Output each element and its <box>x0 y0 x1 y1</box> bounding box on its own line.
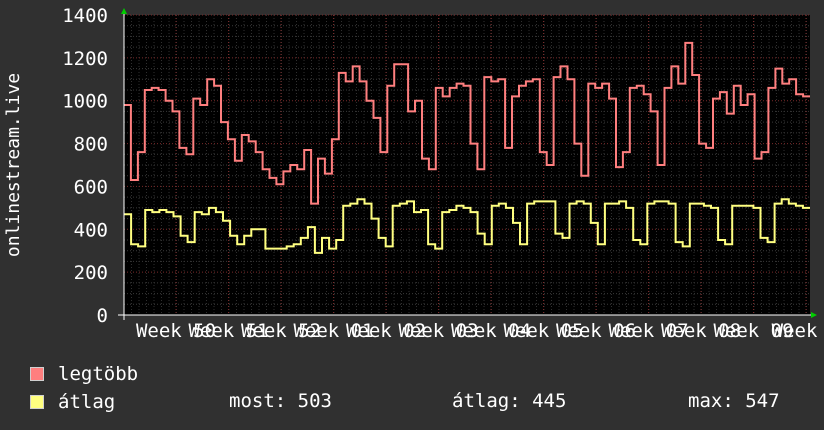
legend-label-max: legtöbb <box>58 363 139 385</box>
legend-swatch-max <box>30 367 44 381</box>
legend-swatch-avg <box>30 395 44 409</box>
y-axis-label: onlinestream.live <box>3 73 24 257</box>
y-tick-label: 1200 <box>62 48 108 70</box>
y-tick-label: 1400 <box>62 5 108 27</box>
legend-item-max: legtöbb <box>30 362 138 386</box>
x-axis-arrow <box>811 312 817 318</box>
stat-average: átlag: 445 <box>452 390 567 412</box>
y-tick-label: 400 <box>74 219 108 241</box>
y-tick-label: 200 <box>74 262 108 284</box>
y-axis-ticks: 0 200 400 600 800 1000 1200 1400 <box>62 5 108 327</box>
y-tick-label: 600 <box>74 176 108 198</box>
y-tick-label: 800 <box>74 134 108 156</box>
line-chart: 0 200 400 600 800 1000 1200 1400 Week 50Week 51… <box>3 5 824 342</box>
legend-item-avg: átlag <box>30 390 115 414</box>
x-axis-ticks: Week 50Week 51Week 52Week 01Week 02Week … <box>136 320 824 342</box>
legend-label-avg: átlag <box>58 391 116 413</box>
stat-current: most: 503 <box>229 390 332 412</box>
y-tick-label: 1000 <box>62 91 108 113</box>
y-axis-arrow <box>121 8 127 14</box>
stat-max: max: 547 <box>688 390 780 412</box>
x-tick-label: Week 1 <box>772 320 824 342</box>
y-tick-label: 0 <box>97 305 108 327</box>
